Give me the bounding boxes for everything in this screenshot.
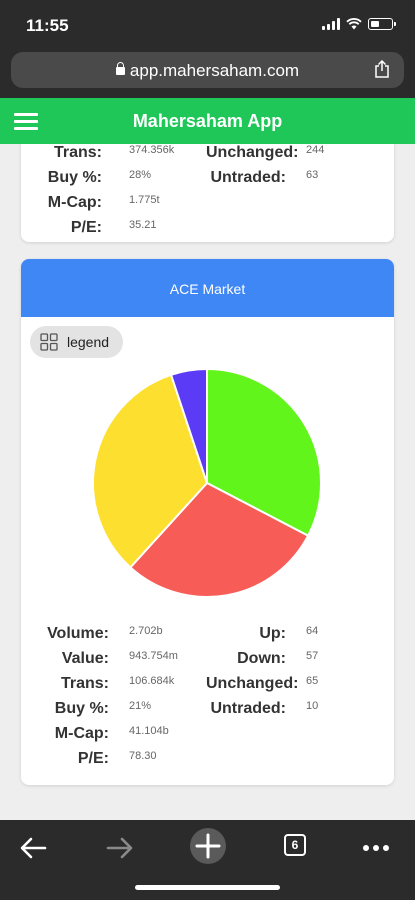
stat-value: 21% xyxy=(129,700,152,712)
stat-label: Trans: xyxy=(53,144,102,161)
stat-label: Volume: xyxy=(47,625,109,642)
status-icons xyxy=(322,18,396,30)
app-title: Mahersaham App xyxy=(132,111,283,131)
stat-label: P/E: xyxy=(70,219,102,236)
tabs-button[interactable]: 6 xyxy=(284,834,306,856)
stat-value: 78.30 xyxy=(129,750,157,762)
ace-market-card: ACE Market legend Volume: 2.702b Value: 94… xyxy=(21,259,394,785)
back-arrow-icon[interactable] xyxy=(15,832,51,864)
stat-label: M-Cap: xyxy=(54,725,109,742)
stat-label: P/E: xyxy=(77,750,109,767)
stat-label: Down: xyxy=(237,650,286,667)
wifi-icon xyxy=(346,18,362,30)
stat-value: 28% xyxy=(129,169,152,181)
browser-top-bar: 11:55 app.mahersaham.com xyxy=(0,0,415,98)
signal-icon xyxy=(322,18,340,30)
status-bar: 11:55 xyxy=(0,0,415,48)
stat-value: 35.21 xyxy=(129,219,157,231)
main-content[interactable]: Trans: 374.356k Buy %: 28% M-Cap: 1.775t P/… xyxy=(0,144,415,820)
stat-label: Up: xyxy=(259,625,286,642)
stat-label: Trans: xyxy=(60,675,109,692)
stat-value: 63 xyxy=(306,169,319,181)
stat-value: 2.702b xyxy=(129,625,163,637)
tabs-count: 6 xyxy=(291,838,299,852)
url-text: app.mahersaham.com xyxy=(129,61,300,80)
stat-value: 41.104b xyxy=(129,725,169,737)
stat-value: 65 xyxy=(306,675,319,687)
stat-value: 106.684k xyxy=(129,675,175,687)
home-indicator xyxy=(135,885,280,890)
stat-value: 57 xyxy=(306,650,319,662)
battery-icon xyxy=(368,18,396,30)
status-time: 11:55 xyxy=(26,16,69,35)
market-stats-card-previous: Trans: 374.356k Buy %: 28% M-Cap: 1.775t P/… xyxy=(21,144,394,242)
forward-arrow-icon[interactable] xyxy=(102,832,138,864)
new-tab-plus-icon[interactable] xyxy=(188,826,228,866)
share-icon[interactable] xyxy=(374,60,390,78)
address-bar[interactable]: app.mahersaham.com xyxy=(11,52,404,88)
stat-label: Buy %: xyxy=(54,700,109,717)
stat-value: 64 xyxy=(306,625,319,637)
stat-value: 1.775t xyxy=(129,194,160,206)
more-options-icon[interactable] xyxy=(358,832,394,864)
lock-icon xyxy=(115,62,125,75)
stat-label: Unchanged: xyxy=(206,144,299,161)
stat-label: Value: xyxy=(61,650,109,667)
stat-label: Unchanged: xyxy=(206,675,299,692)
stat-value: 943.754m xyxy=(129,650,178,662)
stat-value: 244 xyxy=(306,144,325,156)
app-header: Mahersaham App xyxy=(0,98,415,144)
stat-value: 10 xyxy=(306,700,319,712)
stat-label: Untraded: xyxy=(210,169,286,186)
stat-label: M-Cap: xyxy=(47,194,102,211)
stat-label: Buy %: xyxy=(47,169,102,186)
stat-value: 374.356k xyxy=(129,144,175,156)
stat-label: Untraded: xyxy=(210,700,286,717)
